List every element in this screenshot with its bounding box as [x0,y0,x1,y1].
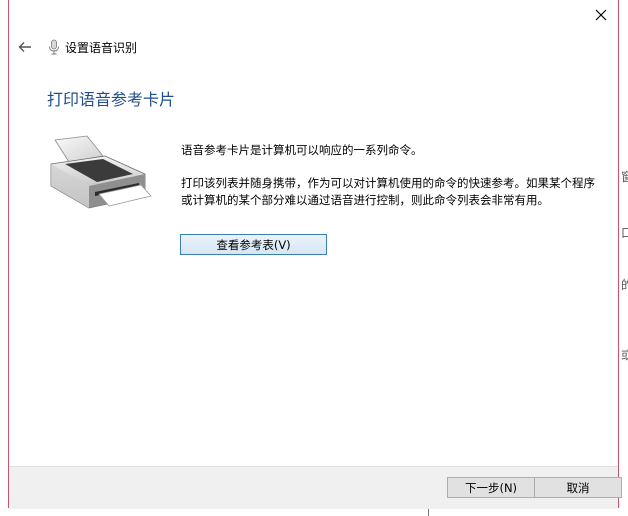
dialog-footer: 下一步(N) 取消 [9,466,622,509]
page-title: 打印语音参考卡片 [47,90,176,109]
background-divider [428,508,429,516]
description-text: 语音参考卡片是计算机可以响应的一系列命令。 [181,143,423,157]
instructions-text: 打印该列表并随身携带，作为可以对计算机使用的命令的快速参考。如果某个程序或计算机… [181,176,595,207]
view-reference-sheet-button[interactable]: 查看参考表(V) [180,234,327,255]
background-window-edge [620,0,628,516]
close-icon [595,9,607,21]
back-arrow-icon [18,42,31,52]
microphone-icon [47,38,61,56]
dialog-title: 设置语音识别 [65,40,138,55]
navigation-bar: 设置语音识别 [15,36,137,58]
printer-icon [45,134,153,214]
screen: 窗 口 的 或 设置语音识别 打印语音参考卡片 语音参考卡片是计算机可以响应的一… [0,0,628,516]
back-button[interactable] [15,37,35,57]
background-text-fragment: 口 [621,226,628,240]
next-button[interactable]: 下一步(N) [447,477,535,498]
close-button[interactable] [588,2,614,28]
background-text-fragment: 窗 [621,170,628,184]
cancel-button[interactable]: 取消 [534,477,622,498]
speech-setup-dialog: 设置语音识别 打印语音参考卡片 语音参考卡片是计算机可以响应的一系列命令。 打印… [8,0,622,509]
background-text-fragment: 或 [621,348,628,362]
background-text-fragment: 的 [621,278,628,292]
